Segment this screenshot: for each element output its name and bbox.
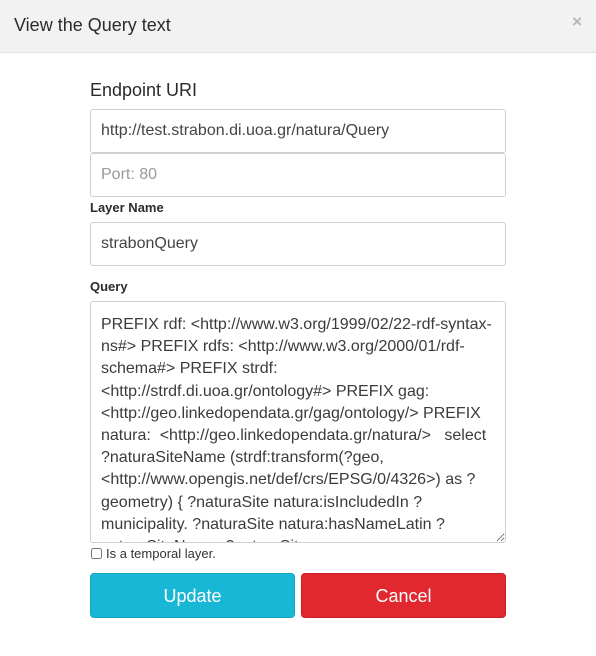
layer-name-input[interactable] — [90, 222, 506, 266]
update-button[interactable]: Update — [90, 573, 295, 618]
temporal-layer-label: Is a temporal layer. — [106, 545, 216, 561]
endpoint-uri-input[interactable] — [90, 109, 506, 153]
modal-title: View the Query text — [14, 15, 171, 35]
temporal-layer-option[interactable]: Is a temporal layer. — [90, 545, 216, 561]
port-input[interactable] — [90, 153, 506, 197]
layer-name-label: Layer Name — [90, 200, 164, 215]
cancel-button[interactable]: Cancel — [301, 573, 506, 618]
query-textarea[interactable] — [90, 301, 506, 543]
endpoint-uri-heading: Endpoint URI — [90, 80, 198, 100]
query-label: Query — [90, 279, 128, 294]
close-icon[interactable]: × — [572, 13, 582, 30]
modal-header: View the Query text × — [0, 0, 596, 53]
temporal-layer-checkbox[interactable] — [91, 547, 102, 559]
